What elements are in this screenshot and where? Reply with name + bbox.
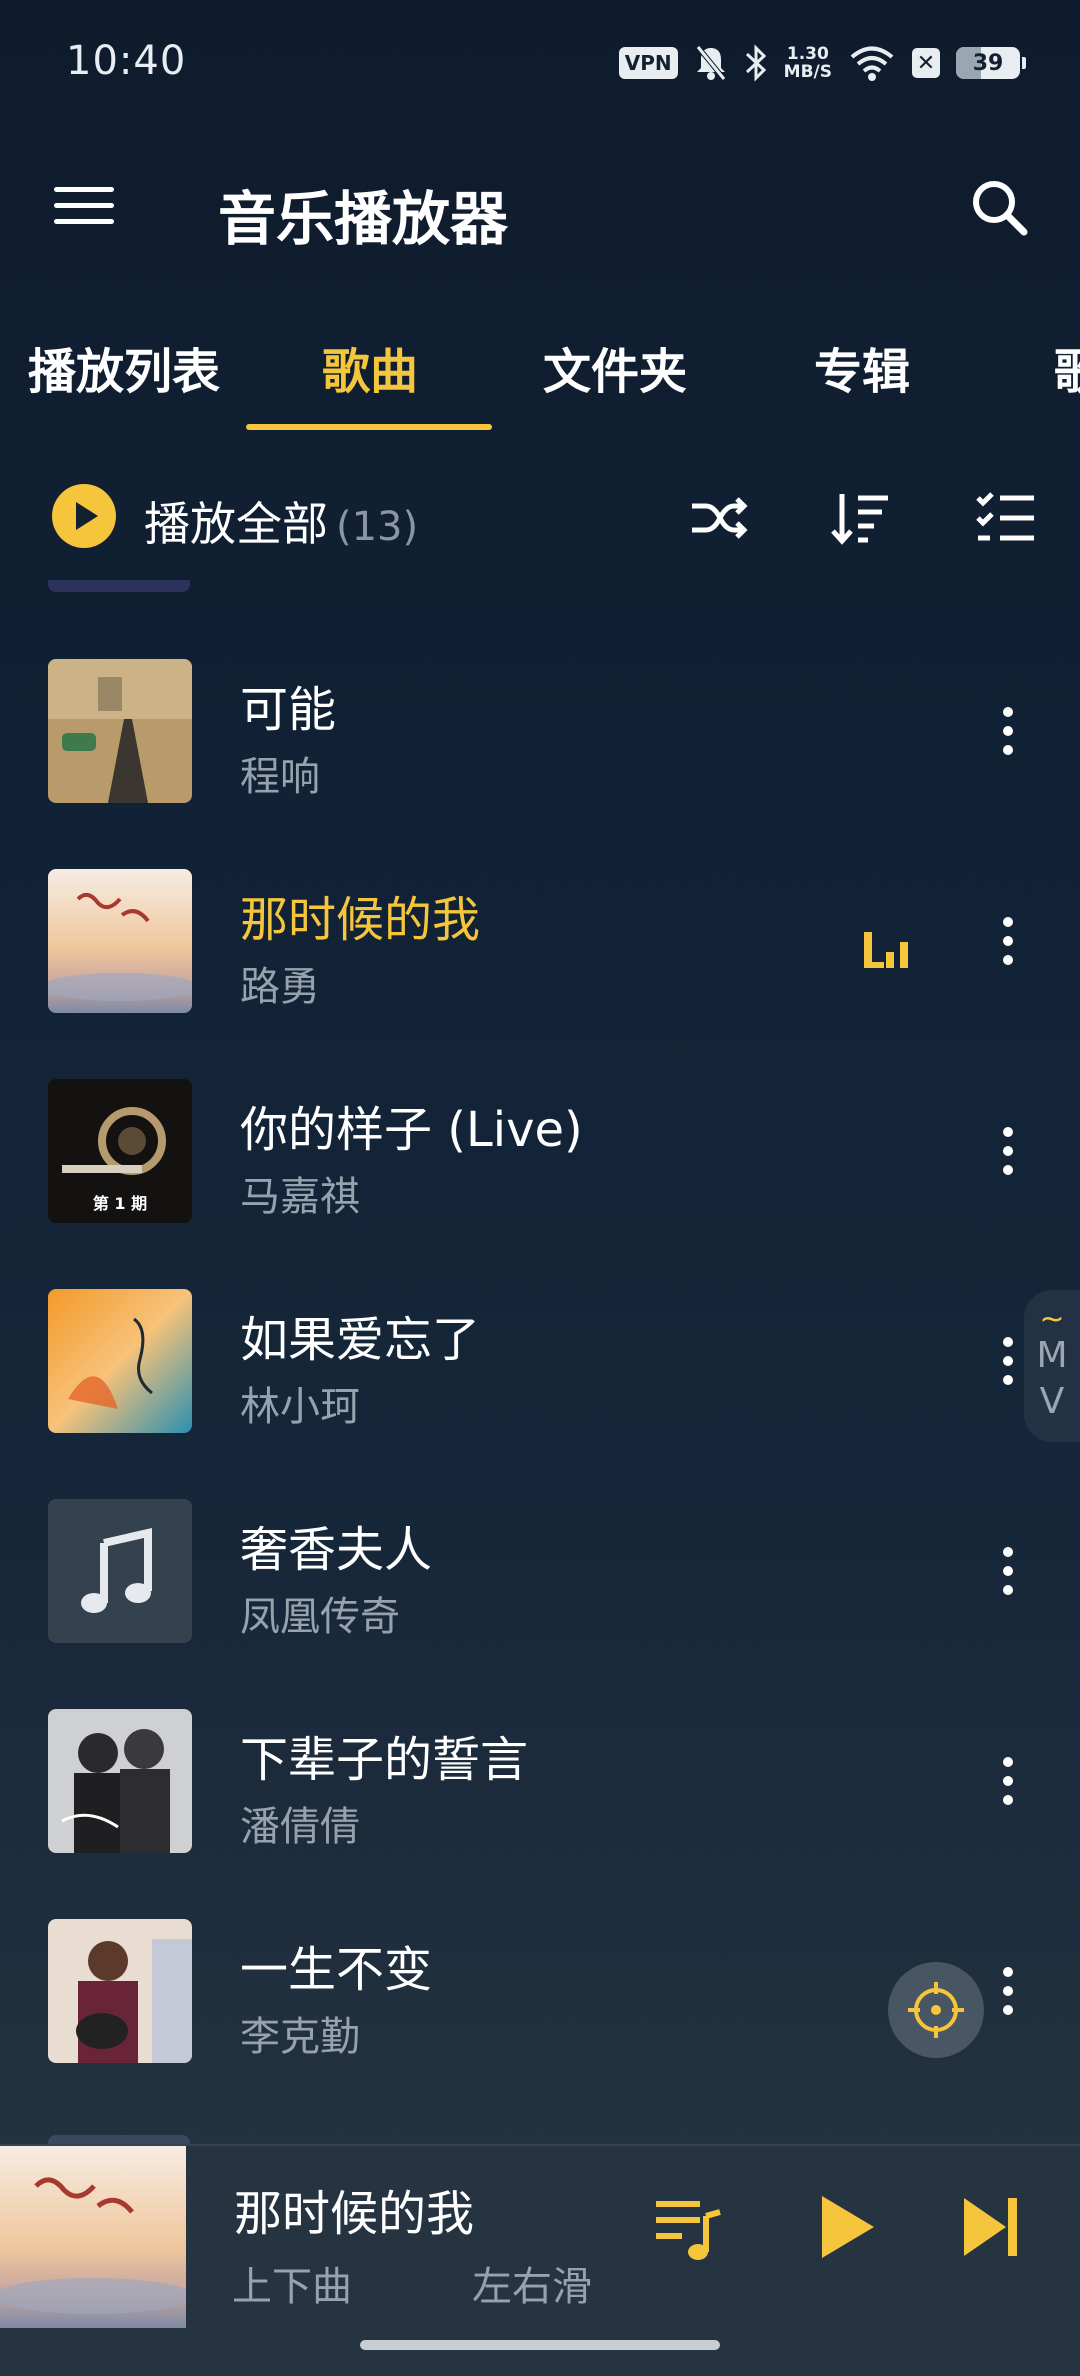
play-all-button[interactable]: 播放全部 (13) xyxy=(144,488,418,554)
hamburger-menu-icon[interactable] xyxy=(44,170,124,240)
song-row[interactable]: 下辈子的誓言 潘倩倩 xyxy=(0,1680,1080,1890)
category-tabs: 播放列表 歌曲 文件夹 专辑 歌 xyxy=(0,310,1080,432)
battery-label: 39 xyxy=(972,50,1004,76)
tab-albums[interactable]: 专辑 xyxy=(814,332,910,402)
song-count: (13) xyxy=(336,504,419,550)
status-bar: 10:40 VPN 1.30 MB/S ✕ 39 xyxy=(0,0,1080,130)
song-artist: 马嘉祺 xyxy=(240,1174,360,1220)
now-playing-equalizer-icon xyxy=(864,932,908,968)
play-circle-icon[interactable] xyxy=(52,484,116,548)
wifi-icon xyxy=(850,46,894,81)
battery-icon: 39 xyxy=(956,47,1026,79)
vpn-icon: VPN xyxy=(618,47,678,79)
song-row[interactable]: 奢香夫人 凤凰传奇 xyxy=(0,1470,1080,1680)
play-icon[interactable] xyxy=(804,2186,886,2268)
more-options-icon[interactable] xyxy=(985,696,1031,766)
more-options-icon[interactable] xyxy=(985,1536,1031,1606)
mv-side-tab[interactable]: ~ M V xyxy=(1024,1290,1080,1442)
song-title: 可能 xyxy=(240,682,337,738)
song-title: 如果爱忘了 xyxy=(240,1312,481,1368)
side-tab-label-m: M xyxy=(1036,1335,1068,1376)
song-artist: 路勇 xyxy=(240,964,320,1010)
more-options-icon[interactable] xyxy=(985,1746,1031,1816)
play-all-label: 播放全部 xyxy=(144,497,328,551)
song-artist: 李克勤 xyxy=(240,2014,360,2060)
cover-episode-label: 第 1 期 xyxy=(93,1194,147,1213)
play-all-toolbar: 播放全部 (13) xyxy=(0,460,1080,570)
bluetooth-icon xyxy=(745,44,766,82)
song-title: 你的样子 (Live) xyxy=(240,1102,583,1158)
song-row[interactable]: 第 1 期 你的样子 (Live) 马嘉祺 xyxy=(0,1050,1080,1260)
album-cover: 第 1 期 xyxy=(48,1079,192,1223)
song-artist: 林小珂 xyxy=(240,1384,360,1430)
multi-select-icon[interactable] xyxy=(970,482,1042,554)
song-row-current[interactable]: 那时候的我 路勇 xyxy=(0,840,1080,1050)
home-indicator[interactable] xyxy=(360,2340,720,2350)
app-title: 音乐播放器 xyxy=(218,185,509,253)
side-tab-label-v: V xyxy=(1039,1381,1065,1422)
app-bar: 音乐播放器 xyxy=(0,140,1080,270)
song-row[interactable]: 可能 程响 xyxy=(0,630,1080,840)
tab-playlists[interactable]: 播放列表 xyxy=(28,332,220,402)
album-cover xyxy=(48,1919,192,2063)
album-cover xyxy=(48,1289,192,1433)
song-artist: 程响 xyxy=(240,754,320,800)
mini-player-hint-right: 左右滑 xyxy=(472,2264,592,2310)
search-icon[interactable] xyxy=(960,168,1040,248)
tab-singers-partial[interactable]: 歌 xyxy=(1054,332,1080,402)
tab-songs[interactable]: 歌曲 xyxy=(322,332,418,402)
song-title: 一生不变 xyxy=(240,1942,433,1998)
skip-next-icon[interactable] xyxy=(950,2186,1032,2268)
album-cover xyxy=(48,1709,192,1853)
active-tab-indicator xyxy=(246,424,492,430)
tab-folders[interactable]: 文件夹 xyxy=(543,332,687,402)
shuffle-icon[interactable] xyxy=(682,482,754,554)
x-notification-icon: ✕ xyxy=(912,48,940,78)
list-item-peek xyxy=(48,580,190,592)
mute-bell-icon xyxy=(695,45,726,81)
more-options-icon[interactable] xyxy=(985,906,1031,976)
more-options-icon[interactable] xyxy=(985,1956,1031,2026)
album-cover-placeholder xyxy=(48,1499,192,1643)
song-artist: 凤凰传奇 xyxy=(240,1594,400,1640)
side-tab-tilde: ~ xyxy=(1039,1302,1065,1337)
status-icons: VPN 1.30 MB/S ✕ 39 xyxy=(618,40,1026,86)
sort-icon[interactable] xyxy=(826,482,898,554)
song-artist: 潘倩倩 xyxy=(240,1804,360,1850)
song-title: 那时候的我 xyxy=(240,892,481,948)
net-speed-unit: MB/S xyxy=(783,62,832,82)
mini-player-title: 那时候的我 xyxy=(234,2186,475,2242)
mini-player-cover xyxy=(0,2146,186,2328)
song-title: 奢香夫人 xyxy=(240,1522,433,1578)
album-cover xyxy=(48,659,192,803)
net-speed: 1.30 MB/S xyxy=(784,45,832,81)
playlist-icon[interactable] xyxy=(648,2186,730,2268)
song-title: 下辈子的誓言 xyxy=(240,1732,529,1788)
album-cover xyxy=(48,869,192,1013)
mini-player-hint-left: 上下曲 xyxy=(232,2264,352,2310)
net-speed-value: 1.30 xyxy=(786,44,829,64)
song-row[interactable]: 如果爱忘了 林小珂 xyxy=(0,1260,1080,1470)
more-options-icon[interactable] xyxy=(985,1116,1031,1186)
song-list: 可能 程响 那时候的我 路勇 第 1 期 你的样子 (Live) 马嘉祺 如果爱… xyxy=(0,580,1080,2145)
locate-current-song-icon[interactable] xyxy=(888,1962,984,2058)
status-time: 10:40 xyxy=(66,38,187,84)
